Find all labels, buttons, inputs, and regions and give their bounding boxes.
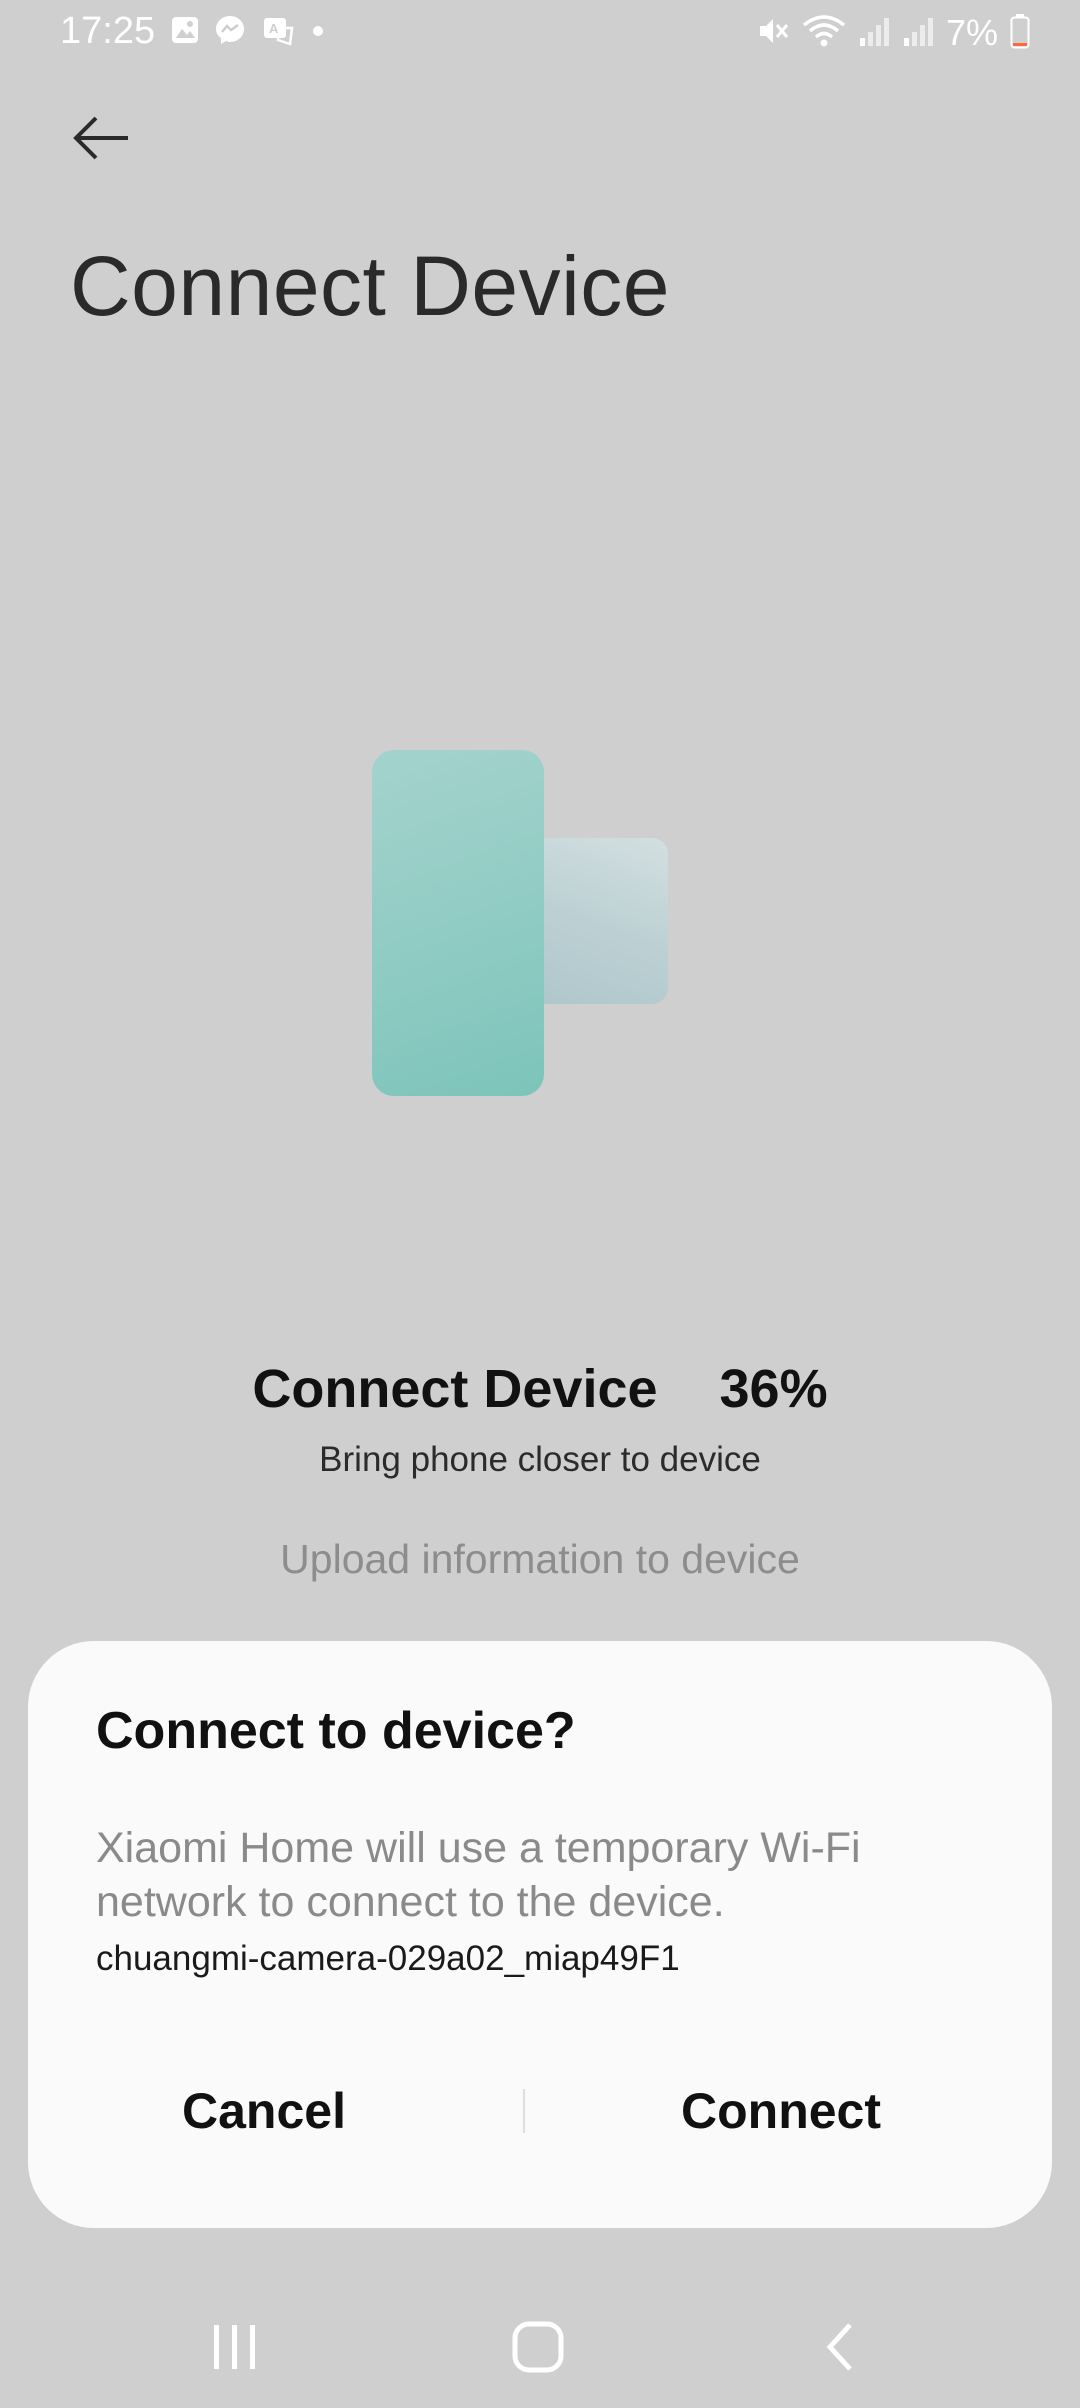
battery-percent: 7% bbox=[945, 12, 998, 53]
progress-current-step: Upload information to device bbox=[280, 1536, 800, 1582]
page-title: Connect Device bbox=[70, 239, 670, 333]
dialog-button-row: Cancel Connect bbox=[28, 2061, 1052, 2161]
connect-button[interactable]: Connect bbox=[540, 2061, 1052, 2161]
progress-subtitle: Bring phone closer to device bbox=[319, 1440, 761, 1479]
signal-icon bbox=[902, 14, 934, 53]
progress-label: Connect Device bbox=[252, 1359, 658, 1419]
notification-icons: A bbox=[170, 14, 328, 46]
screen: 17:25 A 7% Connect Device Connect Device… bbox=[0, 0, 1080, 2408]
progress-percent: 36% bbox=[719, 1359, 828, 1419]
system-back-button[interactable] bbox=[790, 2314, 890, 2384]
battery-icon bbox=[1010, 13, 1030, 54]
navigation-bar bbox=[0, 2290, 1080, 2408]
back-button[interactable] bbox=[62, 100, 142, 180]
connect-dialog: Connect to device? Xiaomi Home will use … bbox=[28, 1641, 1052, 2228]
status-bar: 17:25 A 7% bbox=[0, 0, 1080, 64]
svg-text:A: A bbox=[269, 21, 279, 36]
cancel-button[interactable]: Cancel bbox=[28, 2061, 540, 2161]
button-divider bbox=[523, 2089, 525, 2133]
messenger-icon bbox=[214, 14, 246, 46]
system-status-icons: 7% bbox=[756, 12, 1030, 54]
status-time: 17:25 bbox=[60, 10, 156, 52]
dialog-title: Connect to device? bbox=[96, 1702, 576, 1760]
home-button[interactable] bbox=[488, 2314, 588, 2384]
arrow-left-icon bbox=[72, 116, 132, 165]
gallery-icon bbox=[170, 15, 200, 45]
dialog-message: Xiaomi Home will use a temporary Wi-Fi n… bbox=[96, 1824, 861, 1926]
dot-icon bbox=[308, 15, 328, 45]
mute-icon bbox=[756, 14, 790, 53]
translate-icon: A bbox=[260, 14, 294, 46]
wifi-icon bbox=[802, 13, 846, 54]
progress-row: Connect Device 36% bbox=[0, 1358, 1080, 1420]
device-shape bbox=[530, 838, 668, 1004]
signal-icon bbox=[858, 14, 890, 53]
home-icon bbox=[510, 2319, 566, 2380]
dialog-network-name: chuangmi-camera-029a02_miap49F1 bbox=[96, 1939, 680, 1978]
phone-shape bbox=[372, 750, 544, 1096]
recents-icon bbox=[208, 2321, 264, 2378]
back-icon bbox=[820, 2319, 860, 2380]
connect-illustration bbox=[370, 748, 670, 1100]
recents-button[interactable] bbox=[186, 2314, 286, 2384]
